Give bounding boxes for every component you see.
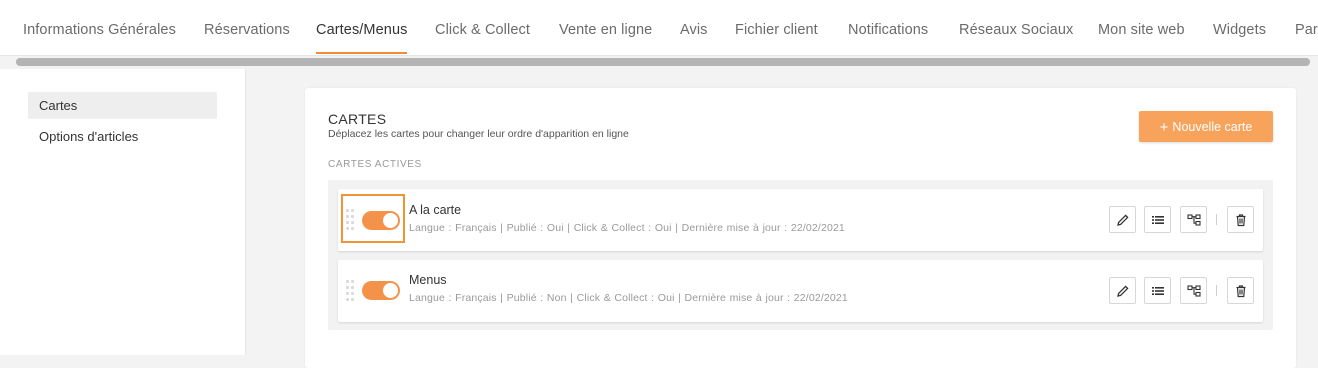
delete-button[interactable] xyxy=(1227,206,1254,233)
sidebar-item-cartes[interactable]: Cartes xyxy=(28,92,217,119)
cartes-panel: CARTES Déplacez les cartes pour changer … xyxy=(305,88,1296,368)
action-separator xyxy=(1216,285,1217,296)
list-icon xyxy=(1152,216,1164,224)
sidebar: Cartes Options d'articles xyxy=(0,69,246,355)
card-meta: Langue : Français | Publié : Non | Click… xyxy=(409,292,848,304)
drag-handle-icon[interactable] xyxy=(346,280,354,302)
card-row[interactable]: Menus Langue : Français | Publié : Non |… xyxy=(338,260,1263,322)
new-card-button-label: Nouvelle carte xyxy=(1172,120,1253,134)
edit-button[interactable] xyxy=(1109,277,1136,304)
tab-click-collect[interactable]: Click & Collect xyxy=(435,0,530,55)
active-cards-list: A la carte Langue : Français | Publié : … xyxy=(328,180,1273,330)
hierarchy-icon xyxy=(1187,285,1201,297)
tab-parametres-truncated[interactable]: Par xyxy=(1295,0,1318,55)
sidebar-item-options-articles[interactable]: Options d'articles xyxy=(28,123,217,150)
tab-fichier-client[interactable]: Fichier client xyxy=(735,0,818,55)
action-separator xyxy=(1216,214,1217,225)
plus-icon: + xyxy=(1159,119,1169,136)
card-title: Menus xyxy=(409,273,447,287)
list-icon xyxy=(1152,287,1164,295)
list-button[interactable] xyxy=(1144,206,1171,233)
scrollbar-thumb[interactable] xyxy=(16,58,1310,66)
tab-vente-en-ligne[interactable]: Vente en ligne xyxy=(559,0,652,55)
panel-title: CARTES xyxy=(328,111,387,127)
tab-cartes-menus[interactable]: Cartes/Menus xyxy=(316,0,408,55)
new-card-button[interactable]: + Nouvelle carte xyxy=(1139,111,1273,142)
hierarchy-button[interactable] xyxy=(1180,277,1207,304)
delete-button[interactable] xyxy=(1227,277,1254,304)
pencil-icon xyxy=(1117,285,1129,297)
trash-icon xyxy=(1236,214,1246,227)
toggle-highlight-box xyxy=(341,194,405,243)
card-row[interactable]: A la carte Langue : Français | Publié : … xyxy=(338,189,1263,251)
tab-mon-site-web[interactable]: Mon site web xyxy=(1098,0,1185,55)
top-navigation: Informations Générales Réservations Cart… xyxy=(0,0,1318,56)
horizontal-scrollbar[interactable] xyxy=(16,58,1310,66)
list-button[interactable] xyxy=(1144,277,1171,304)
panel-subtitle: Déplacez les cartes pour changer leur or… xyxy=(328,128,629,140)
tab-notifications[interactable]: Notifications xyxy=(848,0,928,55)
trash-icon xyxy=(1236,285,1246,298)
tab-reservations[interactable]: Réservations xyxy=(204,0,290,55)
card-enabled-toggle[interactable] xyxy=(362,281,400,300)
tab-informations-generales[interactable]: Informations Générales xyxy=(23,0,176,55)
pencil-icon xyxy=(1117,214,1129,226)
card-title: A la carte xyxy=(409,203,462,217)
hierarchy-button[interactable] xyxy=(1180,206,1207,233)
hierarchy-icon xyxy=(1187,214,1201,226)
active-cards-section-label: CARTES ACTIVES xyxy=(328,159,422,170)
card-meta: Langue : Français | Publié : Oui | Click… xyxy=(409,222,845,234)
tab-avis[interactable]: Avis xyxy=(680,0,708,55)
edit-button[interactable] xyxy=(1109,206,1136,233)
tab-reseaux-sociaux[interactable]: Réseaux Sociaux xyxy=(959,0,1073,55)
tab-widgets[interactable]: Widgets xyxy=(1213,0,1266,55)
